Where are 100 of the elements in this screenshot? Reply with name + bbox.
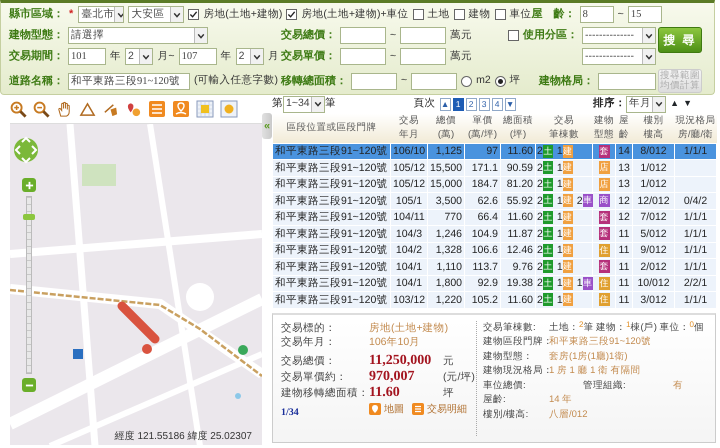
table-row[interactable]: 和平東路三段91~120號 105/12 15,000 184.7 81.20 2土 1建 店 13 1/012 [272,176,716,192]
detail-label: 交易年月： [281,335,337,350]
input-field[interactable]: 15 [628,6,662,23]
page-up-button[interactable]: ▲ [440,98,451,110]
triangle-icon[interactable] [79,100,96,118]
building-badge: 建 [562,194,573,208]
table-cell: 81.20 [500,176,536,192]
page-button[interactable]: 2 [466,98,477,110]
zoom-in-button[interactable] [22,178,36,192]
checkbox[interactable] [188,9,200,20]
column-header[interactable]: 總價 (萬) [428,113,464,143]
dropdown[interactable]: 大安區 [128,6,184,23]
column-header[interactable]: 單價 (萬/坪) [464,113,500,143]
land-badge: 土 [542,210,553,224]
table-cell: 和平東路三段91~120號 [272,275,390,292]
table-row[interactable]: 和平東路三段91~120號 106/10 1,125 97 11.60 2土 1建 套 14 8/012 1/1/1 [272,143,716,160]
input-field[interactable]: 101 [68,48,106,65]
map-pin-icon[interactable] [172,100,190,118]
column-header[interactable]: 交易 年月 [390,113,428,143]
sort-ascending-button[interactable]: ▲ [670,97,680,111]
table-cell: 和平東路三段91~120號 [272,160,390,176]
checkbox[interactable] [494,9,506,20]
table-cell: 62.6 [464,192,500,209]
list-icon[interactable] [148,100,166,118]
input-field[interactable]: 和平東路三段91~120號 [68,72,190,90]
field-text: 月 [268,48,279,64]
page-button[interactable]: 3 [478,98,490,110]
dropdown[interactable]: 臺北市 [78,6,124,23]
input-field[interactable] [598,72,656,90]
table-cell: 1/1/1 [674,226,716,242]
table-cell: 104/3 [390,226,428,242]
checkbox[interactable] [454,9,465,20]
count-text: 1 [556,228,563,240]
table-row[interactable]: 和平東路三段91~120號 104/1 1,800 92.9 19.38 2土 1建 1車 住 11 10/012 2/2/1 [272,275,716,292]
dropdown[interactable]: 2 [236,48,264,65]
pin-icon[interactable] [125,100,142,118]
table-cell: 12.46 [500,242,536,258]
input-field[interactable]: 107 [178,48,217,65]
grid-icon[interactable] [196,100,214,118]
detail-value: 八層/012 [549,408,588,422]
table-row[interactable]: 和平東路三段91~120號 104/11 770 66.4 11.60 2土 1建 套 12 7/012 1/1/1 [272,209,716,226]
field-label: 建物格局： [539,74,594,89]
page-button[interactable]: 1 [452,98,464,110]
page-down-button[interactable]: ▼ [504,98,516,110]
table-row[interactable]: 和平東路三段91~120號 105/12 15,500 171.1 90.59 2土 1建 店 13 1/012 [272,160,716,176]
building-badge: 建 [562,276,573,290]
column-header[interactable]: 現況格局 房/廳/衛 [674,113,716,143]
sun-icon[interactable] [220,100,238,118]
pin-icon [369,403,381,416]
page-button[interactable]: 4 [492,98,503,110]
table-cell: 9/012 [632,242,674,258]
column-header[interactable]: 區段位置或區段門牌 [272,113,390,143]
checkbox[interactable] [286,9,298,20]
table-cell: 770 [428,209,464,226]
table-row[interactable]: 和平東路三段91~120號 103/12 1,220 105.2 11.60 2土 1建 住 11 3/012 1/1/1 [272,292,716,308]
input-field[interactable] [400,48,446,65]
field-text: 萬元 [450,48,472,64]
checkbox[interactable] [412,9,424,20]
input-field[interactable] [340,27,386,44]
table-cell: 1,246 [428,226,464,242]
slider-thumb[interactable] [23,214,35,220]
map-link[interactable]: 地圖 [369,402,404,417]
column-header[interactable]: 樓別 樓高 [632,113,674,143]
table-row[interactable]: 和平東路三段91~120號 104/3 1,246 104.9 11.87 2土 1建 套 11 5/012 1/1/1 [272,226,716,242]
column-header[interactable]: 總面積 (坪) [500,113,536,143]
table-cell: 104/2 [390,242,428,258]
dropdown[interactable]: 2 [125,48,154,65]
sort-descending-button[interactable]: ▼ [683,97,692,111]
dropdown[interactable]: -------------- [582,48,656,65]
type-badge: 店 [598,178,610,191]
zoom-out-icon[interactable] [33,100,50,118]
checkbox[interactable] [508,30,519,41]
land-badge: 土 [542,161,553,174]
dropdown[interactable]: -------------- [582,27,656,44]
count-text: 2 [576,194,583,207]
input-field[interactable] [400,27,446,44]
zoom-slider[interactable] [26,196,32,374]
type-badge: 套 [598,227,610,240]
column-header[interactable]: 屋齡 [616,113,632,143]
column-header[interactable]: 建物 型態 [592,113,616,143]
range-dropdown[interactable]: 1~34 [283,96,325,112]
dropdown[interactable]: 請選擇 [68,27,208,44]
radio-button[interactable] [494,76,506,86]
input-field[interactable]: 8 [580,6,614,23]
checkbox-label: 房地(土地+建物) [203,6,282,22]
table-row[interactable]: 和平東路三段91~120號 104/1 1,110 113.7 9.76 2土 1建 套 11 2/012 1/1/1 [272,258,716,275]
radio-button[interactable] [461,76,472,86]
input-field[interactable] [411,72,458,90]
table-cell: 104/1 [390,275,428,292]
column-header[interactable]: 交易 筆棟數 [536,113,592,143]
table-row[interactable]: 和平東路三段91~120號 105/1 3,500 62.6 55.92 2土 1建 2車 商 12 12/012 0/4/2 [272,192,716,209]
detail-link[interactable]: 交易明細 [412,402,467,417]
checkbox-label: 房地(土地+建物)+車位 [301,6,409,22]
table-row[interactable]: 和平東路三段91~120號 104/2 1,328 106.6 12.46 2土 1建 住 11 9/012 1/1/1 [272,242,716,258]
zoom-in-icon[interactable] [10,100,27,118]
input-field[interactable] [351,72,397,90]
sort-dropdown[interactable]: 年月 [626,96,666,112]
input-field[interactable] [340,48,386,65]
zoom-out-button[interactable] [22,378,36,392]
table-cell: 1,800 [428,275,464,292]
